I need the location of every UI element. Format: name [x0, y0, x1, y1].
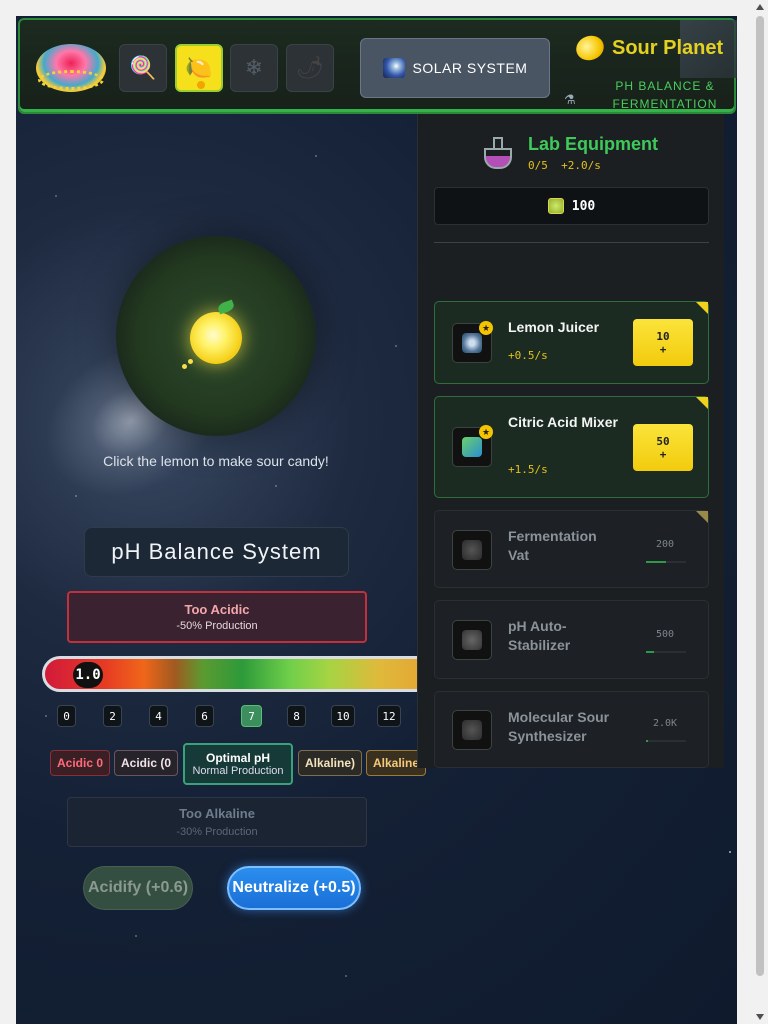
afford-progress — [646, 561, 686, 563]
equipment-rate: +0.5/s — [508, 349, 548, 362]
ph-tick: 12 — [377, 705, 401, 727]
planet-title: Sour Planet — [572, 31, 724, 65]
coin-icon — [547, 198, 564, 214]
solar-system-button[interactable]: SOLAR SYSTEM — [360, 38, 550, 98]
buy-plus: + — [659, 342, 667, 356]
afford-progress — [646, 651, 686, 653]
equipment-name: pH Auto-Stabilizer — [508, 618, 571, 653]
equipment-fermentation-vat: Fermentation Vat 200 — [434, 510, 709, 588]
divider — [434, 242, 709, 243]
buy-cost: 10 — [656, 329, 670, 343]
optimal-sub: Normal Production — [192, 765, 284, 777]
ph-tick: 10 — [331, 705, 355, 727]
ph-tick: 6 — [195, 705, 214, 727]
ph-tick: 4 — [149, 705, 168, 727]
vat-icon — [452, 530, 492, 570]
planet-subtitle: PH BALANCE & FERMENTATION LABORATORY — [612, 79, 718, 117]
star-badge-icon: ★ — [479, 321, 493, 335]
planet-button-sour[interactable]: 🍋 — [175, 44, 223, 92]
click-hint: Click the lemon to make sour candy! — [103, 453, 329, 469]
alkaline-title: Too Alkaline — [179, 806, 255, 821]
acidify-button[interactable]: Acidify (+0.6) — [83, 866, 193, 910]
lab-title: Lab Equipment — [528, 134, 658, 154]
optimal-title: Optimal pH — [205, 751, 270, 765]
equipment-cost: 500 — [655, 629, 675, 640]
equipment-name: Citric Acid Mixer — [508, 414, 618, 430]
equipment-rate: +1.5/s — [508, 463, 548, 476]
ph-tick: 2 — [103, 705, 122, 727]
planet-name: Sour Planet — [612, 36, 724, 59]
chili-icon: 🌶 — [296, 55, 324, 81]
planet-button-candy[interactable]: 🍭 — [119, 44, 167, 92]
zone-alkaline: Alkaline) — [298, 750, 362, 776]
new-flag — [696, 397, 708, 409]
total-rate: +2.0/s — [561, 159, 601, 172]
stabilizer-icon — [452, 620, 492, 660]
too-acidic-warning: Too Acidic -50% Production — [67, 591, 367, 643]
zone-optimal: Optimal pH Normal Production — [183, 743, 293, 785]
equipment-lemon-juicer[interactable]: ★ Lemon Juicer +0.5/s 10 + — [434, 301, 709, 384]
equipment-citric-acid-mixer[interactable]: ★ Citric Acid Mixer +1.5/s 50 + — [434, 396, 709, 498]
ph-value-marker: 1.0 — [73, 662, 103, 688]
ph-tick: 0 — [57, 705, 76, 727]
equipment-name: Molecular Sour Synthesizer — [508, 709, 610, 744]
neutralize-button[interactable]: Neutralize (+0.5) — [227, 866, 361, 910]
flask-icon: ⚗ — [564, 92, 576, 107]
scrollbar-thumb[interactable] — [756, 16, 764, 976]
juice-drop — [188, 359, 193, 364]
equipment-cost: 2.0K — [652, 718, 678, 729]
snowflake-icon: ❄ — [244, 55, 264, 81]
equipment-molecular-sour-synthesizer: Molecular Sour Synthesizer 2.0K — [434, 691, 709, 768]
top-bar: 🍭 🍋 ❄ 🌶 SOLAR SYSTEM Sour Planet ⚗ PH BA… — [18, 18, 737, 117]
ph-system-title: pH Balance System — [84, 527, 349, 577]
galaxy-icon — [382, 58, 405, 78]
buy-button[interactable]: 50 + — [633, 424, 693, 471]
buy-button[interactable]: 10 + — [633, 319, 693, 366]
lollipop-icon: 🍭 — [129, 55, 157, 81]
synthesizer-icon — [452, 710, 492, 750]
alkaline-penalty: -30% Production — [176, 826, 258, 838]
equipment-ph-auto-stabilizer: pH Auto-Stabilizer 500 — [434, 600, 709, 679]
ph-tick: 8 — [287, 705, 306, 727]
active-indicator — [197, 81, 205, 89]
lemon-icon — [572, 31, 608, 65]
flask-icon — [480, 135, 516, 171]
buy-plus: + — [659, 447, 667, 461]
equipment-cost: 200 — [655, 539, 675, 550]
lemon-clicker-icon[interactable] — [190, 312, 242, 364]
equipment-name: Lemon Juicer — [508, 319, 600, 335]
lab-stats: 0/5 +2.0/s — [528, 159, 658, 172]
lab-equipment-panel: Lab Equipment 0/5 +2.0/s 100 ★ Lemon Jui… — [417, 114, 724, 768]
lab-header: Lab Equipment 0/5 +2.0/s — [480, 134, 658, 172]
lemon-icon: 🍋 — [185, 55, 213, 81]
solar-system-label: SOLAR SYSTEM — [412, 60, 528, 76]
candy-logo-ring — [38, 70, 104, 90]
acidic-penalty: -50% Production — [176, 620, 258, 632]
acidic-title: Too Acidic — [184, 602, 250, 617]
afford-progress — [646, 740, 686, 742]
game-frame: 🍭 🍋 ❄ 🌶 SOLAR SYSTEM Sour Planet ⚗ PH BA… — [16, 16, 737, 1024]
juice-drop — [182, 364, 187, 369]
planet-button-ice[interactable]: ❄ — [230, 44, 278, 92]
buy-cost: 50 — [656, 434, 670, 448]
owned-count: 0/5 — [528, 159, 548, 172]
new-flag — [696, 302, 708, 314]
zone-strong-acid: Acidic 0 — [50, 750, 110, 776]
planet-button-spicy[interactable]: 🌶 — [286, 44, 334, 92]
ph-meter: 1.0 — [42, 656, 442, 692]
equipment-name: Fermentation Vat — [508, 528, 597, 563]
scroll-down-icon[interactable] — [756, 1014, 764, 1020]
new-flag — [696, 511, 708, 523]
scroll-up-icon[interactable] — [756, 4, 764, 10]
page-scrollbar[interactable] — [752, 0, 768, 1024]
coin-balance: 100 — [434, 187, 709, 225]
coin-amount: 100 — [571, 198, 596, 214]
zone-acidic: Acidic (0 — [114, 750, 178, 776]
star-badge-icon: ★ — [479, 425, 493, 439]
too-alkaline-warning: Too Alkaline -30% Production — [67, 797, 367, 847]
ph-tick-optimal: 7 — [241, 705, 262, 727]
